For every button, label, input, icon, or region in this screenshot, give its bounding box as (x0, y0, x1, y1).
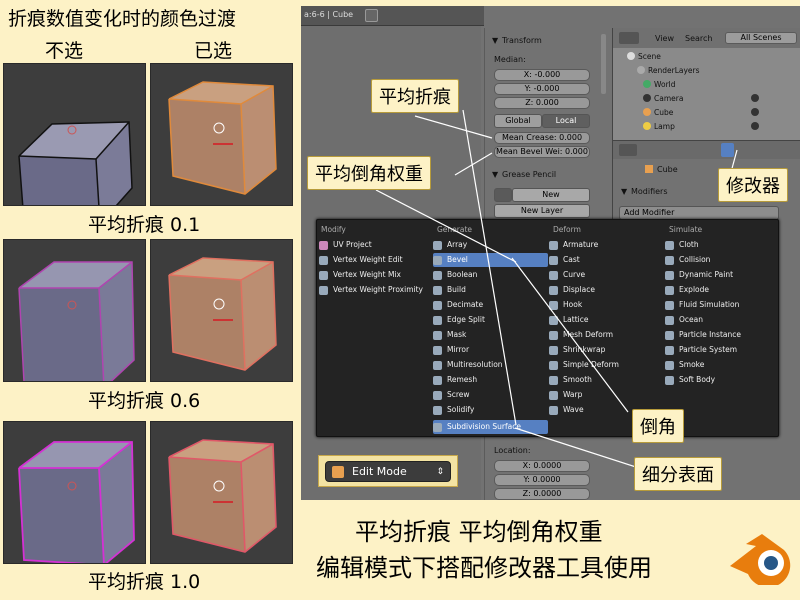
mode-select[interactable]: Edit Mode ⇕ (325, 461, 451, 482)
callout-mean-crease: 平均折痕 (371, 79, 459, 113)
updown-icon: ⇕ (436, 467, 444, 477)
edit-mode-icon (332, 466, 344, 478)
footer-line1: 平均折痕 平均倒角权重 (355, 518, 603, 546)
callout-subsurf: 细分表面 (634, 457, 722, 491)
mode-select-label: Edit Mode (352, 465, 407, 478)
callout-modifiers: 修改器 (718, 168, 788, 202)
footer-line2: 编辑模式下搭配修改器工具使用 (316, 554, 652, 582)
mode-select-box: Edit Mode ⇕ (318, 455, 458, 487)
callout-mean-bevel: 平均倒角权重 (307, 156, 431, 190)
callout-bevel: 倒角 (632, 409, 684, 443)
blender-logo-icon (730, 534, 791, 585)
